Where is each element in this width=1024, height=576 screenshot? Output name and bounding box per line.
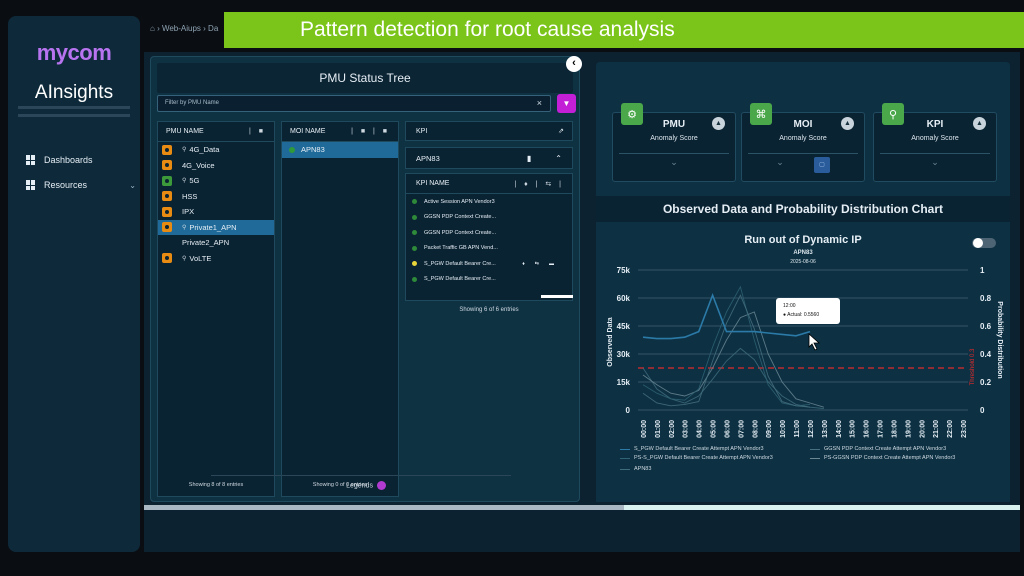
x-tick-label: 23:00 [961,420,968,438]
x-tick-label: 10:00 [780,420,787,438]
y-axis-label: Observed Data [607,317,614,367]
x-tick-label: 01:00 [655,420,662,438]
y2-tick-label: 0.6 [980,322,992,331]
x-tick-label: 22:00 [947,420,954,438]
x-tick-label: 06:00 [724,420,731,438]
legend-entry[interactable]: S_PGW Default Bearer Create Attempt APN … [620,446,764,452]
legend-swatch [810,457,820,459]
y2-tick-label: 0.8 [980,294,992,303]
tooltip-time: 12:00 [783,303,796,309]
legend-entry[interactable]: APN83 [620,466,651,472]
x-tick-label: 07:00 [738,420,745,438]
y-tick-label: 45k [617,322,631,331]
chart-tooltip: 12:00 ● Actual: 0.5560 [776,298,840,324]
x-tick-label: 02:00 [669,420,676,438]
progress-track [144,505,624,510]
x-tick-label: 14:00 [836,420,843,438]
y-tick-label: 60k [617,294,631,303]
cursor-icon [808,333,821,351]
y-tick-label: 15k [617,378,631,387]
legend-swatch [620,468,630,470]
legend-entry[interactable]: PS-S_PGW Default Bearer Create Attempt A… [620,455,773,461]
x-tick-label: 04:00 [697,420,704,438]
x-tick-label: 05:00 [711,420,718,438]
threshold-label: Threshold 0.3 [970,348,976,385]
y-tick-label: 75k [617,266,631,275]
legend-label: APN83 [634,466,652,472]
legend-swatch [620,448,630,450]
x-tick-label: 19:00 [905,420,912,438]
app-root: mycom AInsights Dashboards Resources ⌄ ⌂… [0,0,1024,576]
legend-swatch [620,457,630,459]
x-tick-label: 13:00 [822,420,829,438]
x-tick-label: 11:00 [794,420,801,438]
y2-tick-label: 0.4 [980,350,992,359]
legend-swatch [810,448,820,450]
y-tick-label: 0 [626,406,631,415]
legend-label: PS-S_PGW Default Bearer Create Attempt A… [634,455,773,461]
x-tick-label: 00:00 [641,420,648,438]
line-chart: 0 15k 30k 45k 60k 75k 0 0.2 0.4 0.6 0.8 1 00:00 01:00… [607,266,1003,438]
series-line [642,347,824,410]
legend-entry[interactable]: PS-GGSN PDP Context Create Attempt APN V… [810,455,955,461]
x-tick-label: 18:00 [891,420,898,438]
legend-label: S_PGW Default Bearer Create Attempt APN … [634,446,764,452]
tooltip-label: Actual: 0.5560 [787,312,820,318]
x-tick-label: 15:00 [850,420,857,438]
legend-label: GGSN PDP Context Create Attempt APN Vend… [824,446,947,452]
x-tick-label: 09:00 [766,420,773,438]
x-tick-label: 20:00 [919,420,926,438]
legend-label: PS-GGSN PDP Context Create Attempt APN V… [824,455,956,461]
y2-axis-label: Probability Distribution [996,301,1003,378]
x-tick-label: 21:00 [933,420,940,438]
x-tick-label: 08:00 [752,420,759,438]
y2-tick-label: 0.2 [980,378,992,387]
y2-tick-label: 0 [980,406,985,415]
x-tick-label: 17:00 [878,420,885,438]
y-tick-label: 30k [617,350,631,359]
progress-track-light [624,505,1020,510]
x-tick-label: 16:00 [864,420,871,438]
tooltip-value: ● Actual: 0.5560 [783,312,820,318]
x-tick-label: 12:00 [808,420,815,438]
y2-tick-label: 1 [980,266,985,275]
x-tick-label: 03:00 [683,420,690,438]
legend-entry[interactable]: GGSN PDP Context Create Attempt APN Vend… [810,446,946,452]
